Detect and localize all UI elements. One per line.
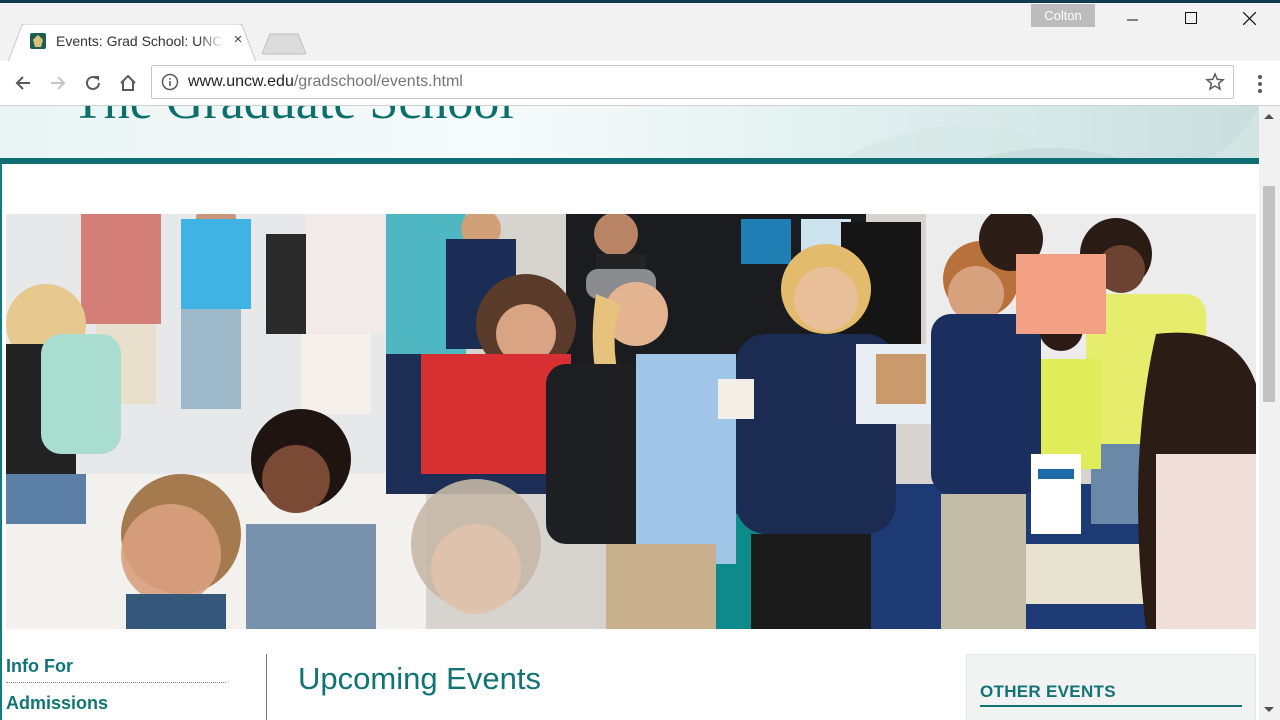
- url-text[interactable]: www.uncw.edu/gradschool/events.html: [188, 73, 463, 91]
- minimize-icon: [1127, 19, 1138, 21]
- scroll-up-arrow-icon[interactable]: [1264, 114, 1274, 119]
- url-path: /gradschool/events.html: [293, 73, 463, 90]
- new-tab-button[interactable]: [261, 33, 307, 55]
- profile-button[interactable]: Colton: [1031, 4, 1095, 27]
- page-title: Upcoming Events: [298, 661, 541, 696]
- site-banner: The Graduate School: [0, 106, 1259, 158]
- uncw-favicon-icon: [30, 33, 46, 49]
- home-icon: [120, 74, 136, 91]
- hero-photo-illustration: [6, 214, 1256, 629]
- other-events-panel: OTHER EVENTS: [966, 654, 1256, 720]
- forward-arrow-icon: [51, 76, 66, 90]
- scroll-thumb[interactable]: [1263, 186, 1275, 402]
- scroll-down-arrow-icon[interactable]: [1264, 707, 1274, 712]
- other-events-divider: [980, 705, 1242, 707]
- sidebar-divider: [266, 654, 267, 720]
- browser-toolbar: www.uncw.edu/gradschool/events.html: [0, 61, 1280, 106]
- minimize-button[interactable]: [1110, 4, 1156, 34]
- browser-menu-button[interactable]: [1250, 73, 1270, 95]
- url-domain: www.uncw.edu: [188, 73, 294, 90]
- page-scrollbar[interactable]: [1259, 106, 1280, 720]
- forward-button[interactable]: [45, 70, 71, 96]
- banner-divider: [0, 158, 1259, 164]
- page-left-border: [0, 164, 2, 720]
- browser-titlebar: Events: Grad School: UNCW × Colton: [0, 0, 1280, 62]
- reload-button[interactable]: [80, 70, 106, 96]
- browser-tab-active[interactable]: Events: Grad School: UNCW ×: [8, 24, 256, 62]
- bookmark-star-icon[interactable]: [1205, 72, 1225, 92]
- reload-icon: [86, 75, 100, 90]
- tab-close-icon[interactable]: ×: [230, 32, 246, 48]
- sidebar-left: Info For Admissions: [6, 654, 226, 714]
- hero-photo: [6, 214, 1256, 629]
- vertical-dots-menu-icon: [1258, 75, 1262, 93]
- close-window-button[interactable]: [1226, 4, 1272, 34]
- page-viewport: The Graduate School: [0, 106, 1259, 720]
- address-bar[interactable]: www.uncw.edu/gradschool/events.html: [151, 65, 1234, 99]
- home-button[interactable]: [115, 70, 141, 96]
- tab-title: Events: Grad School: UNCW: [56, 33, 224, 49]
- back-arrow-icon: [15, 76, 30, 90]
- banner-background-graphic: [844, 106, 1259, 158]
- banner-title[interactable]: The Graduate School: [72, 106, 514, 131]
- new-tab-icon: [261, 33, 307, 55]
- sidebar-item-admissions[interactable]: Admissions: [6, 693, 226, 714]
- window-top-border: [0, 0, 1280, 3]
- maximize-icon: [1185, 12, 1197, 24]
- sidebar-heading-info-for[interactable]: Info For: [6, 654, 226, 683]
- back-button[interactable]: [10, 70, 36, 96]
- other-events-heading: OTHER EVENTS: [980, 682, 1116, 701]
- maximize-button[interactable]: [1168, 4, 1214, 34]
- info-icon[interactable]: [161, 73, 179, 91]
- close-icon: [1242, 11, 1256, 26]
